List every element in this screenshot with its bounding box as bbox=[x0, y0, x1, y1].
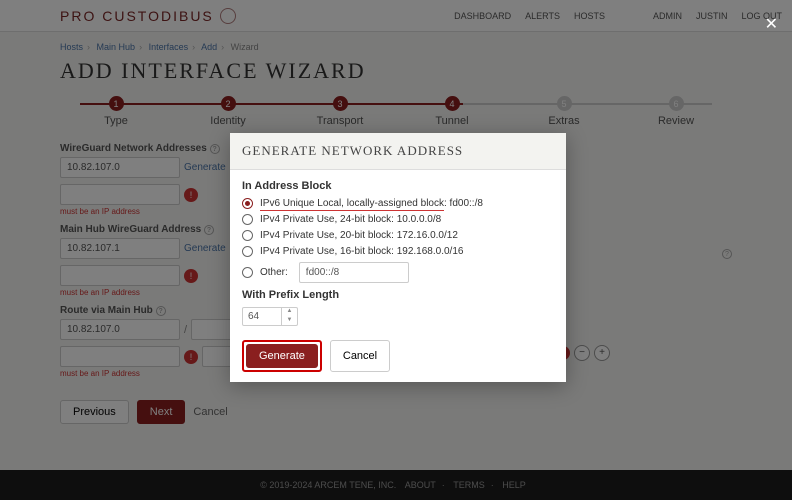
radio-other[interactable]: Other: bbox=[242, 262, 554, 283]
stepper-up-icon[interactable]: ▲ bbox=[282, 308, 297, 317]
prefix-length-input[interactable]: ▲▼ bbox=[242, 307, 298, 326]
radio-ipv4-20[interactable]: IPv4 Private Use, 20-bit block: 172.16.0… bbox=[242, 230, 554, 241]
generate-highlight: Generate bbox=[242, 340, 322, 372]
modal-cancel-button[interactable]: Cancel bbox=[330, 340, 390, 372]
stepper-down-icon[interactable]: ▼ bbox=[282, 317, 297, 326]
modal-title: GENERATE NETWORK ADDRESS bbox=[230, 133, 566, 170]
generate-address-modal: GENERATE NETWORK ADDRESS In Address Bloc… bbox=[230, 133, 566, 382]
plen-label: With Prefix Length bbox=[242, 289, 554, 301]
radio-ipv6-local[interactable]: IPv6 Unique Local, locally-assigned bloc… bbox=[242, 198, 554, 209]
radio-ipv4-24[interactable]: IPv4 Private Use, 24-bit block: 10.0.0.0… bbox=[242, 214, 554, 225]
block-label: In Address Block bbox=[242, 180, 554, 192]
close-icon[interactable]: ✕ bbox=[765, 14, 778, 34]
generate-button[interactable]: Generate bbox=[246, 344, 318, 368]
radio-ipv4-16[interactable]: IPv4 Private Use, 16-bit block: 192.168.… bbox=[242, 246, 554, 257]
other-block-input[interactable] bbox=[299, 262, 409, 283]
